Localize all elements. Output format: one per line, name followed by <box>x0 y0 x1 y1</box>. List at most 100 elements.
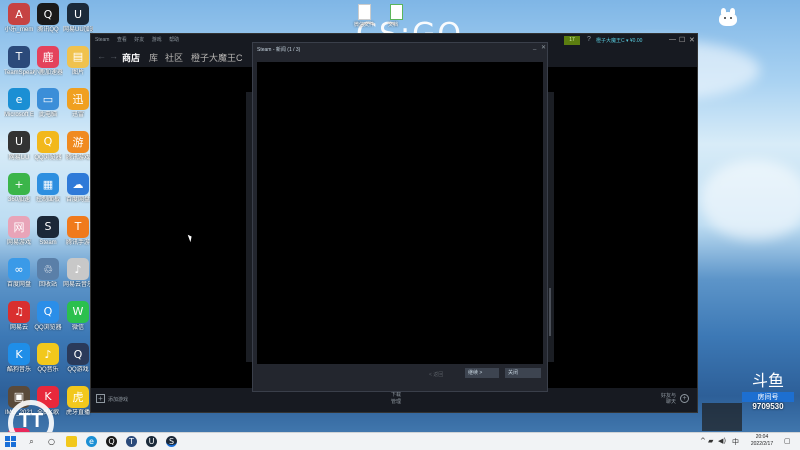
steam-taskbar-icon[interactable]: S <box>166 436 177 447</box>
desktop-icon-label: QQ浏览器 <box>34 324 62 331</box>
desktop-icon-label: 腾讯手游 <box>65 239 90 246</box>
desktop-icon[interactable]: U 网易UU <box>4 130 34 162</box>
360-icon: + <box>8 173 30 195</box>
search-icon[interactable]: ⌕ <box>26 436 37 447</box>
uu-taskbar-icon[interactable]: U <box>146 436 157 447</box>
desktop-icon-label: 迅雷 <box>71 112 84 118</box>
file-icon[interactable] <box>390 4 403 20</box>
desktop-icon-label: 微信 <box>71 324 84 331</box>
desktop-icon[interactable]: Q QQ浏览器 <box>33 130 63 162</box>
input-language[interactable]: 中 <box>732 437 739 447</box>
nav-profile[interactable]: 橙子大魔王C <box>191 51 243 64</box>
desktop-icon-label: TeamSpeak <box>4 69 34 76</box>
next-button[interactable]: 继续 > <box>465 368 499 378</box>
tray-expand-icon[interactable]: ^ <box>700 437 706 445</box>
desktop-icon[interactable]: 游腾讯游戏 <box>63 130 93 162</box>
desktop-icon[interactable]: U 网易UU加速器 <box>63 3 93 34</box>
desktop-icon-label: 网易UU <box>8 154 30 161</box>
desktop-icon-label: 百度网盘 <box>6 282 31 288</box>
desktop-icon[interactable]: S Steam <box>33 215 63 247</box>
teamspeak-icon: T <box>8 45 30 68</box>
file-icon[interactable] <box>358 4 371 20</box>
news-dialog[interactable]: Steam - 新闻 (1 / 3) _ ✕ < 返回 继续 > 关闭 <box>252 42 551 392</box>
desktop-icon[interactable]: A 小乐_mem <box>4 3 34 34</box>
desktop-icon[interactable]: ▦ 控制面板 <box>33 173 63 204</box>
uu-accelerator-icon: U <box>67 3 89 25</box>
qq-taskbar-icon[interactable]: Q <box>106 436 117 447</box>
desktop-icon[interactable]: ♲ 回收站 <box>33 258 63 289</box>
desktop-icon[interactable]: W 微信 <box>63 300 93 332</box>
qq-browser-icon: Q <box>37 130 59 153</box>
desktop-icon[interactable]: T TeamSpeak <box>4 45 34 77</box>
desktop-icon[interactable]: ☁ 百度网盘 <box>63 173 93 204</box>
desktop-icon[interactable]: Q 腾讯QQ <box>33 3 63 34</box>
desktop-icon[interactable]: e Microsoft Edge <box>4 88 34 119</box>
forward-arrow-icon[interactable]: → <box>109 51 118 61</box>
menu-view[interactable]: 查看 <box>117 37 127 43</box>
nav-community[interactable]: 社区 <box>165 51 183 64</box>
notification-center-icon[interactable]: ▢ <box>784 437 791 445</box>
add-game-label[interactable]: 添加游戏 <box>108 396 128 403</box>
desktop-icon[interactable]: +360加速 <box>4 173 34 204</box>
close-button[interactable]: ✕ <box>689 36 695 44</box>
friends-add-icon[interactable]: + <box>680 394 689 403</box>
clock[interactable]: 20:04 2022/2/17 <box>746 434 778 448</box>
add-game-icon[interactable]: + <box>96 394 105 403</box>
desktop-icon-label: QQ音乐 <box>37 367 59 373</box>
desktop-icon[interactable]: Q QQ游戏 <box>63 343 93 374</box>
back-button[interactable]: < 返回 <box>429 371 443 378</box>
qq-game-icon: Q <box>67 343 89 365</box>
menu-friends[interactable]: 好友 <box>134 37 144 43</box>
nav-library[interactable]: 库 <box>149 51 158 64</box>
desktop-icon[interactable]: T 腾讯手游 <box>63 215 93 247</box>
desktop-icon[interactable]: ♪ QQ音乐 <box>33 343 63 374</box>
help-button[interactable]: ? <box>587 36 591 43</box>
downloads-button[interactable]: 下载 管理 <box>381 392 411 406</box>
dialog-scrollbar[interactable] <box>549 288 551 336</box>
desktop-icon-label: 腾讯游戏 <box>65 154 90 161</box>
stream-overlay-panel <box>702 403 742 431</box>
menu-games[interactable]: 游戏 <box>152 37 162 43</box>
nav-store[interactable]: 商店 <box>122 51 140 64</box>
close-dialog-button[interactable]: 关闭 <box>505 368 541 378</box>
dialog-minimize-button[interactable]: _ <box>533 44 536 50</box>
desktop-icon-label: QQ浏览器 <box>34 154 62 161</box>
downloads-title: 下载 <box>390 392 401 398</box>
desktop-icon-label: 小鹿加速器 <box>33 69 63 76</box>
steam-icon: S <box>37 215 59 238</box>
clock-time: 20:04 <box>755 434 769 440</box>
desktop-icon[interactable]: ▤ 图片 <box>63 45 93 77</box>
account-menu[interactable]: 橙子大魔王C ▾ ¥0.00 <box>596 37 642 44</box>
edge-icon[interactable]: e <box>86 436 97 447</box>
notification-count-badge[interactable]: 17 <box>564 36 580 45</box>
friends-chat-button[interactable]: 好友与 聊天 <box>661 393 676 405</box>
desktop-icon[interactable]: ♪ 网易云音乐 <box>63 258 93 289</box>
desktop-icon-label: 此电脑 <box>38 112 57 118</box>
minimize-button[interactable]: — <box>669 36 676 43</box>
volume-icon[interactable]: ◀) <box>718 437 726 445</box>
desktop-icon[interactable]: 网网易游戏 <box>4 215 34 247</box>
windows-start-icon[interactable] <box>5 436 16 447</box>
menu-help[interactable]: 帮助 <box>169 37 179 43</box>
file-explorer-icon[interactable] <box>66 436 77 447</box>
back-arrow-icon[interactable]: ← <box>97 51 106 61</box>
downloads-status: 管理 <box>390 399 401 405</box>
tencent-game-icon: 游 <box>67 130 89 153</box>
qq-penguin-icon: Q <box>37 3 59 25</box>
menu-steam[interactable]: Steam <box>95 37 109 43</box>
desktop-icon[interactable]: ♫ 网易云 <box>4 300 34 332</box>
teamspeak-taskbar-icon[interactable]: T <box>126 436 137 447</box>
desktop-icon[interactable]: ▭ 此电脑 <box>33 88 63 119</box>
desktop-icon[interactable]: Q QQ浏览器 <box>33 300 63 332</box>
desktop-icon[interactable]: K 酷狗音乐 <box>4 343 34 374</box>
desktop-icon[interactable]: ∞ 百度网盘 <box>4 258 34 289</box>
desktop-icon-label: 小乐_mem <box>4 27 34 33</box>
uu-icon: U <box>8 130 30 153</box>
cortana-icon[interactable]: ○ <box>46 436 57 447</box>
maximize-button[interactable]: ☐ <box>679 36 685 44</box>
desktop-icon[interactable]: 鹿小鹿加速器 <box>33 45 63 77</box>
dialog-close-icon[interactable]: ✕ <box>541 44 546 51</box>
desktop-icons: A小乐_memQ腾讯QQU网易UU加速器 TTeamSpeak鹿小鹿加速器▤图片 e… <box>0 0 95 450</box>
wifi-icon[interactable]: ▰ <box>708 437 713 445</box>
desktop-icon[interactable]: 迅迅雷 <box>63 88 93 119</box>
